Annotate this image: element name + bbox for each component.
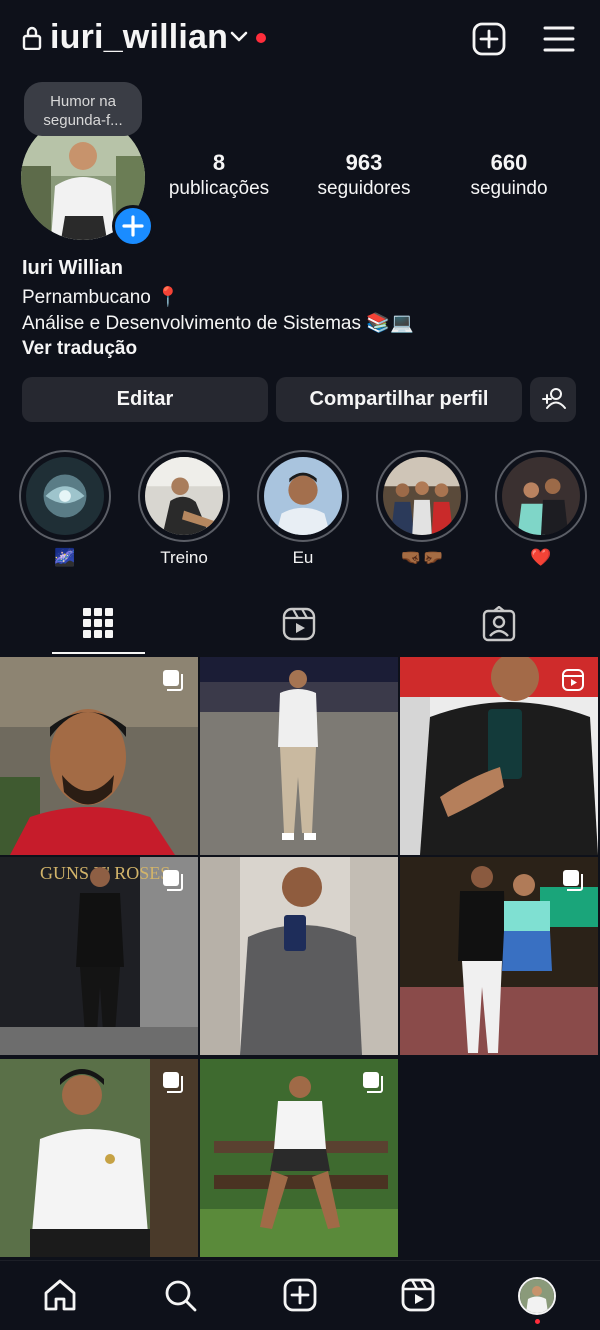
username-switcher[interactable]: iuri_willian [50, 18, 228, 57]
notification-dot [535, 1319, 540, 1324]
add-post-icon[interactable] [472, 22, 506, 56]
add-story-button[interactable] [112, 205, 154, 247]
post-thumbnail[interactable] [400, 857, 598, 1055]
highlight-caption: Eu [292, 548, 314, 567]
followers-count: 963 [345, 150, 383, 175]
home-icon[interactable] [42, 1277, 78, 1313]
post-thumbnail[interactable] [200, 657, 398, 855]
chevron-down-icon[interactable] [230, 30, 248, 44]
bio-line: Análise e Desenvolvimento de Sistemas 📚💻 [22, 313, 414, 334]
bottom-navigation [0, 1260, 600, 1330]
create-icon[interactable] [282, 1277, 318, 1313]
post-thumbnail[interactable] [0, 657, 198, 855]
menu-icon[interactable] [543, 25, 575, 53]
followers-label: seguidores [317, 178, 411, 199]
highlight-item[interactable]: ❤️ [495, 450, 587, 570]
post-thumbnail[interactable] [0, 1059, 198, 1257]
post-thumbnail[interactable] [200, 1059, 398, 1257]
carousel-icon [163, 870, 183, 891]
highlight-caption: ❤️ [530, 548, 552, 567]
reels-icon[interactable] [400, 1277, 436, 1313]
bio-line: Pernambucano 📍 [22, 287, 180, 308]
reels-icon[interactable] [282, 607, 316, 641]
carousel-icon [163, 670, 183, 691]
grid-icon[interactable] [83, 608, 113, 638]
lock-icon [22, 26, 42, 50]
following-count: 660 [490, 150, 528, 175]
reel-icon [562, 669, 584, 691]
note-line-2: segunda-f... [43, 112, 123, 129]
following-stat[interactable]: 660 seguindo [450, 150, 568, 200]
edit-profile-button[interactable]: Editar [22, 377, 268, 422]
post-thumbnail[interactable]: GUNS N' ROSES [0, 857, 198, 1055]
highlight-caption: 🌌 [54, 548, 76, 567]
top-bar: iuri_willian [0, 0, 600, 78]
see-translation-link[interactable]: Ver tradução [22, 338, 137, 360]
highlight-caption: Treino [160, 548, 208, 567]
highlight-caption: 🤜🏾🤛🏾 [400, 548, 444, 567]
profile-tabs [0, 600, 600, 656]
post-thumbnail[interactable] [400, 657, 598, 855]
tagged-icon[interactable] [482, 606, 516, 642]
posts-stat[interactable]: 8 publicações [160, 150, 278, 200]
highlight-item[interactable]: 🤜🏾🤛🏾 [376, 450, 468, 570]
followers-stat[interactable]: 963 seguidores [305, 150, 423, 200]
carousel-icon [163, 1072, 183, 1093]
active-tab-indicator [52, 652, 145, 654]
note-line-1: Humor na [50, 93, 116, 110]
highlight-item[interactable]: Treino [138, 450, 230, 570]
post-thumbnail[interactable] [200, 857, 398, 1055]
discover-people-button[interactable] [530, 377, 576, 422]
note-bubble[interactable]: Humor na segunda-f... [24, 82, 142, 136]
full-name: Iuri Willian [22, 257, 123, 279]
posts-count: 8 [212, 150, 226, 175]
notification-dot [256, 33, 266, 43]
highlight-item[interactable]: 🌌 [19, 450, 111, 570]
posts-label: publicações [168, 178, 270, 199]
highlight-item[interactable]: Eu [257, 450, 349, 570]
share-profile-button[interactable]: Compartilhar perfil [276, 377, 522, 422]
following-label: seguindo [470, 178, 548, 199]
add-person-icon [542, 388, 566, 409]
carousel-icon [563, 870, 583, 891]
profile-avatar[interactable] [518, 1277, 556, 1315]
search-icon[interactable] [162, 1277, 198, 1313]
carousel-icon [363, 1072, 383, 1093]
plus-icon [122, 215, 144, 237]
